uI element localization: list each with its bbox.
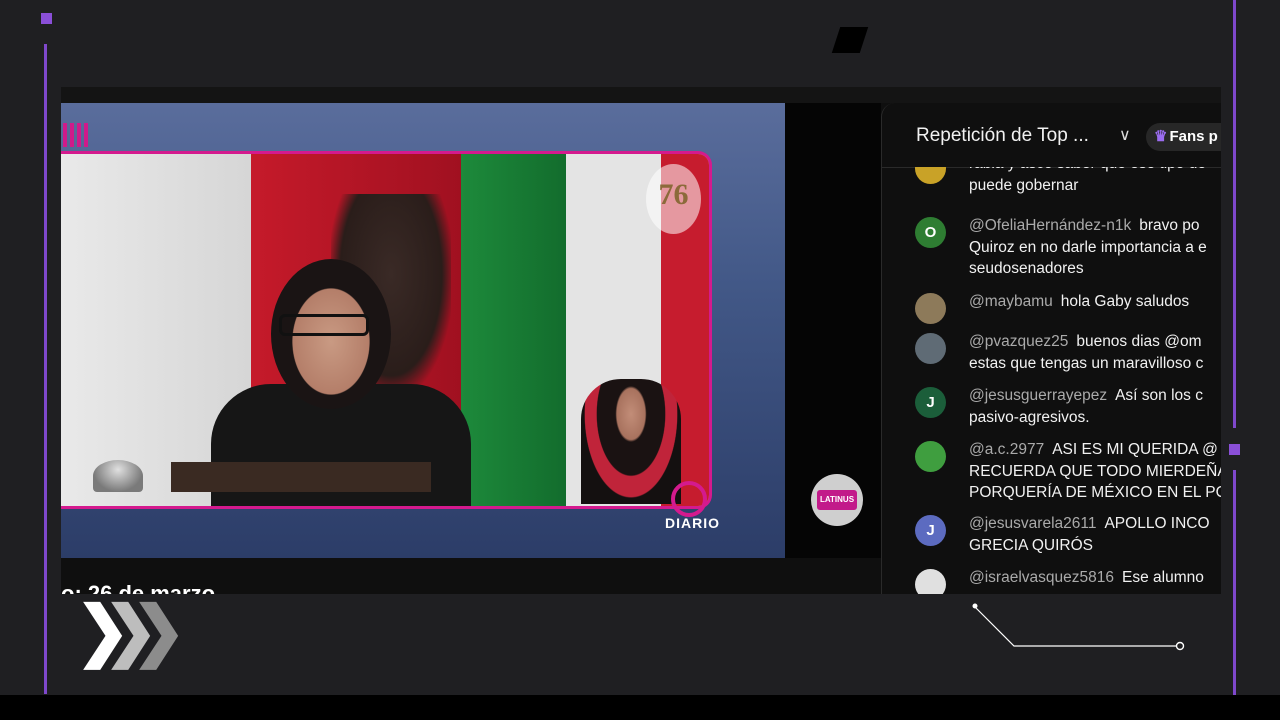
chat-text: puede gobernar — [969, 176, 1079, 194]
chat-message-line: @jesusvarela2611 APOLLO INCO — [969, 513, 1221, 535]
bottom-bar — [0, 695, 1280, 720]
chat-text: Ese alumno — [1122, 569, 1204, 586]
chat-author[interactable]: @maybamu — [969, 293, 1053, 310]
chat-message-line: estas que tengas un maravilloso c — [969, 353, 1221, 375]
chat-author[interactable]: @OfeliaHernández-n1k — [969, 217, 1131, 234]
chat-author[interactable]: @pvazquez25 — [969, 333, 1068, 350]
connector-line-deco — [972, 603, 1185, 651]
video-frame-panel: 76 — [61, 151, 712, 509]
fans-label: Fans p — [1169, 128, 1218, 145]
chat-message-line: RECUERDA QUE TODO MIERDEÑA — [969, 461, 1221, 483]
chat-text: seudosenadores — [969, 260, 1084, 277]
chat-message-line: @israelvasquez5816 Ese alumno — [969, 567, 1221, 589]
chat-message-line: @pvazquez25 buenos dias @om — [969, 331, 1221, 353]
chat-text: buenos dias @om — [1076, 333, 1202, 350]
chat-text: rabia y asco saber que ese tipo de — [969, 167, 1206, 172]
chat-author[interactable]: @jesusguerrayepez — [969, 387, 1107, 404]
avatar[interactable] — [915, 333, 946, 364]
browser-top-strip — [61, 87, 1221, 103]
diario-logo-ring — [671, 481, 707, 517]
chat-message-line: PORQUERÍA DE MÉXICO EN EL PO — [969, 482, 1221, 504]
arrow-icon: ❯ — [131, 593, 187, 667]
forward-arrows-deco: ❯ ❯ ❯ — [75, 597, 186, 663]
chat-text: RECUERDA QUE TODO MIERDEÑA — [969, 462, 1221, 480]
chat-message-line: @maybamu hola Gaby saludos — [969, 291, 1221, 313]
congress-tv-logo: 76 — [646, 164, 701, 234]
fans-button[interactable]: ♛ Fans p — [1146, 123, 1221, 151]
video-side-area: LATINUS — [785, 103, 881, 558]
chevron-down-icon[interactable]: ∨ — [1119, 125, 1131, 145]
chat-message-line: puede gobernar — [969, 175, 1221, 197]
video-player[interactable]: 76 DIARIO — [61, 103, 785, 558]
desk-bell — [93, 460, 143, 492]
chat-mode-title[interactable]: Repetición de Top ... — [916, 125, 1089, 147]
live-chat-panel: Repetición de Top ... ∨ ♛Fans p rabia y … — [881, 103, 1221, 594]
chat-text: Quiroz en no darle importancia a e — [969, 238, 1207, 256]
channel-marks-deco — [63, 123, 89, 147]
avatar[interactable] — [915, 293, 946, 324]
chat-message-line: @a.c.2977 ASI ES MI QUERIDA @ — [969, 439, 1221, 461]
right-square-deco — [1229, 444, 1240, 455]
chat-message-line: rabia y asco saber que ese tipo de — [969, 167, 1221, 175]
avatar[interactable]: O — [915, 217, 946, 248]
chat-text: bravo po — [1139, 217, 1200, 234]
chat-messages[interactable]: rabia y asco saber que ese tipo de puede … — [882, 167, 1221, 594]
chat-text: Así son los c — [1115, 387, 1203, 404]
black-parallelogram-deco — [831, 27, 869, 53]
chat-header: Repetición de Top ... ∨ ♛ Fans p — [882, 103, 1221, 168]
avatar[interactable] — [915, 167, 946, 184]
right-accent-line — [1233, 0, 1236, 428]
corner-square-deco — [41, 13, 52, 24]
chat-text: PORQUERÍA DE MÉXICO EN EL PO — [969, 484, 1221, 501]
latinus-logo-text: LATINUS — [817, 490, 857, 510]
left-accent-line — [44, 44, 47, 694]
avatar[interactable]: J — [915, 515, 946, 546]
chat-text: ASI ES MI QUERIDA @ — [1052, 441, 1218, 458]
chat-text: APOLLO INCO — [1104, 515, 1210, 532]
crown-icon: ♛ — [1154, 128, 1168, 145]
chat-message-line: @jesusguerrayepez Así son los c — [969, 385, 1221, 407]
speaker-glasses — [279, 314, 369, 336]
flag-green — [461, 154, 571, 506]
chat-text: hola Gaby saludos — [1060, 293, 1190, 310]
chat-message-line: pasivo-agresivos. — [969, 407, 1221, 429]
avatar[interactable] — [915, 441, 946, 472]
chat-author[interactable]: @jesusvarela2611 — [969, 515, 1096, 532]
screen-capture-frame: 76 DIARIO LATINUS o: 26 de marzo Repetic… — [61, 87, 1221, 594]
chat-author[interactable]: @israelvasquez5816 — [969, 569, 1114, 586]
avatar[interactable] — [915, 569, 946, 594]
podium-desk — [171, 462, 431, 492]
sign-language-interpreter — [581, 379, 681, 504]
chat-text: GRECIA QUIRÓS — [969, 536, 1094, 554]
chat-message-line: GRECIA QUIRÓS — [969, 535, 1221, 557]
chat-author[interactable]: @a.c.2977 — [969, 441, 1044, 458]
diario-logo: DIARIO — [665, 515, 720, 531]
chat-message-line: @OfeliaHernández-n1k bravo po — [969, 215, 1221, 237]
chat-text: estas que tengas un maravilloso c — [969, 354, 1204, 372]
avatar[interactable]: J — [915, 387, 946, 418]
chat-text: pasivo-agresivos. — [969, 408, 1090, 426]
latinus-logo: LATINUS — [811, 474, 863, 526]
right-accent-line-lower — [1233, 470, 1236, 695]
chat-message-line: Quiroz en no darle importancia a e — [969, 237, 1221, 259]
chat-message-line: seudosenadores — [969, 258, 1221, 280]
